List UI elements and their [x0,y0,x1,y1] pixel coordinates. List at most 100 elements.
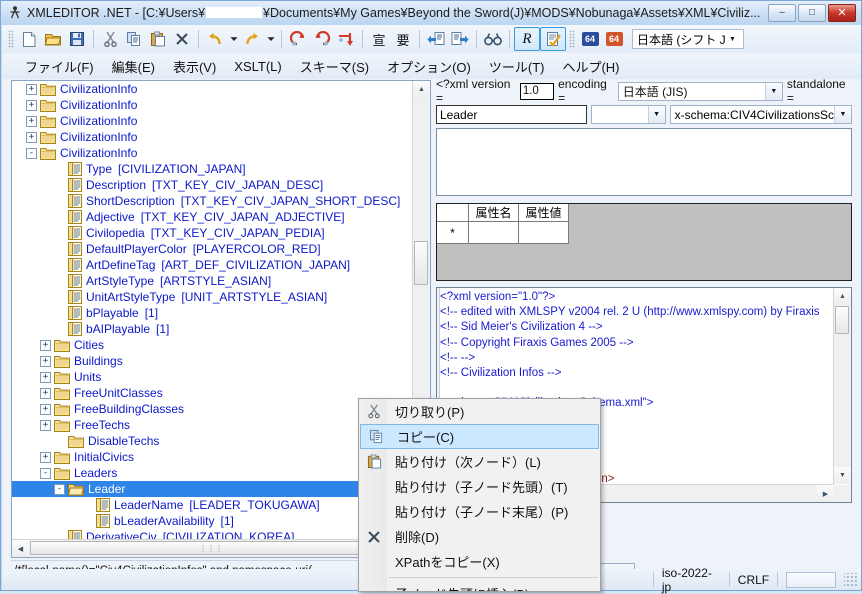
expand-icon[interactable]: + [40,339,51,351]
base64-decode-icon[interactable]: 64 [602,28,626,50]
ctx-delete[interactable]: 削除(D) [359,524,600,549]
menu-edit[interactable]: 編集(E) [103,54,164,79]
refresh-left-icon[interactable] [286,28,310,50]
tree-node[interactable]: + Cities [12,337,413,353]
attr-name-cell[interactable] [469,222,519,244]
tree-node[interactable]: Adjective [TXT_KEY_CIV_JAPAN_ADJECTIVE] [12,209,413,225]
xml-encoding-combo[interactable]: 日本語 (JIS) ▼ [617,81,783,101]
tree-node[interactable]: Description [TXT_KEY_CIV_JAPAN_DESC] [12,177,413,193]
toolbar-grip-2[interactable] [569,30,575,48]
important-button[interactable]: 要 [391,28,415,50]
tree-node[interactable]: bPlayable [1] [12,305,413,321]
scroll-thumb-vertical[interactable] [835,306,849,334]
ctx-insert-child-first[interactable]: 子ノード先頭に挿入(B) ▶ [359,581,600,591]
expand-icon[interactable]: + [40,387,51,399]
tree-node-selected[interactable]: - Leader [12,481,413,497]
node-type-combo[interactable]: ▼ [590,105,666,124]
source-vertical-scrollbar[interactable]: ▲ ▼ [833,288,851,484]
ctx-paste-child-first[interactable]: 貼り付け（子ノード先頭）(T) [359,474,600,499]
ctx-copy-xpath[interactable]: XPathをコピー(X) [359,549,600,574]
ctx-copy[interactable]: コピー(C) [360,424,599,449]
toolbar-grip[interactable] [8,30,14,48]
tree-node[interactable]: UnitArtStyleType [UNIT_ARTSTYLE_ASIAN] [12,289,413,305]
expand-icon[interactable]: + [26,115,37,127]
ctx-cut[interactable]: 切り取り(P) [359,399,600,424]
open-icon[interactable] [41,28,65,50]
regex-icon[interactable]: R [514,27,540,51]
import-icon[interactable] [424,28,448,50]
tree-node[interactable]: + FreeUnitClasses [12,385,413,401]
tree-node[interactable]: Civilopedia [TXT_KEY_CIV_JAPAN_PEDIA] [12,225,413,241]
menu-file[interactable]: ファイル(F) [16,54,103,79]
encoding-combo[interactable]: 日本語 (シフト JIS ▼ [632,29,744,49]
menu-xslt[interactable]: XSLT(L) [225,56,290,77]
expand-icon[interactable]: + [40,355,51,367]
scroll-up-button[interactable]: ▲ [413,81,430,98]
menu-view[interactable]: 表示(V) [164,54,225,79]
context-menu[interactable]: 切り取り(P) コピー(C) 貼り付け（次ノード）(L) 貼り付け（子ノード先頭… [358,398,601,592]
collapse-icon[interactable]: - [54,483,65,495]
export-icon[interactable] [448,28,472,50]
close-button[interactable]: ✕ [828,4,856,22]
expand-icon[interactable]: + [40,371,51,383]
tree-node[interactable]: + CivilizationInfo [12,81,413,97]
expand-icon[interactable]: + [40,419,51,431]
undo-icon[interactable] [203,28,227,50]
tree-node[interactable]: + CivilizationInfo [12,129,413,145]
resize-grip[interactable] [844,572,859,587]
check-doc-icon[interactable] [540,27,566,51]
menu-help[interactable]: ヘルプ(H) [553,54,628,79]
refresh-right-icon[interactable] [310,28,334,50]
scroll-down-button[interactable]: ▼ [834,467,851,484]
expand-icon[interactable]: + [40,451,51,463]
save-icon[interactable] [65,28,89,50]
tree-node[interactable]: ArtDefineTag [ART_DEF_CIVILIZATION_JAPAN] [12,257,413,273]
undo-dropdown-icon[interactable] [227,28,240,50]
node-schema-combo[interactable]: x-schema:CIV4CivilizationsSc ▼ [669,105,852,124]
minimize-button[interactable]: – [768,4,796,22]
tree-node[interactable]: + Units [12,369,413,385]
menu-options[interactable]: オプション(O) [378,54,480,79]
declare-button[interactable]: 宣 [367,28,391,50]
tree-node[interactable]: LeaderName [LEADER_TOKUGAWA] [12,497,413,513]
base64-encode-icon[interactable]: 64 [578,28,602,50]
tree-node[interactable]: bLeaderAvailability [1] [12,513,413,529]
scroll-thumb-vertical[interactable] [414,241,428,285]
scroll-right-button[interactable]: ▶ [817,485,834,502]
tree-node[interactable]: + CivilizationInfo [12,97,413,113]
tree-node[interactable]: + Buildings [12,353,413,369]
redo-icon[interactable] [240,28,264,50]
tree-node[interactable]: DefaultPlayerColor [PLAYERCOLOR_RED] [12,241,413,257]
redo-dropdown-icon[interactable] [264,28,277,50]
menu-schema[interactable]: スキーマ(S) [291,54,378,79]
scroll-up-button[interactable]: ▲ [834,288,851,305]
table-row[interactable]: * [437,222,851,244]
xml-tree[interactable]: + CivilizationInfo + CivilizationInfo + Civil… [12,81,413,540]
tree-node[interactable]: + FreeTechs [12,417,413,433]
tree-node[interactable]: - CivilizationInfo [12,145,413,161]
new-icon[interactable] [17,28,41,50]
copy-icon[interactable] [122,28,146,50]
binoculars-icon[interactable] [481,28,505,50]
tree-node[interactable]: DisableTechs [12,433,413,449]
node-name-input[interactable]: Leader [436,105,587,124]
expand-icon[interactable]: + [26,131,37,143]
paste-icon[interactable] [146,28,170,50]
cut-icon[interactable] [98,28,122,50]
collapse-icon[interactable]: - [26,147,37,159]
tree-node[interactable]: + InitialCivics [12,449,413,465]
tree-horizontal-scrollbar[interactable]: ◀ ⋮⋮⋮ [12,539,413,557]
tree-node[interactable]: - Leaders [12,465,413,481]
delete-icon[interactable] [170,28,194,50]
refresh-down-icon[interactable] [334,28,358,50]
scroll-thumb-horizontal[interactable]: ⋮⋮⋮ [30,541,392,555]
tree-node[interactable]: ShortDescription [TXT_KEY_CIV_JAPAN_SHORT… [12,193,413,209]
ctx-paste-next[interactable]: 貼り付け（次ノード）(L) [359,449,600,474]
attribute-grid[interactable]: 属性名 属性値 * [436,203,852,281]
tree-node[interactable]: ArtStyleType [ARTSTYLE_ASIAN] [12,273,413,289]
tree-node[interactable]: Type [CIVILIZATION_JAPAN] [12,161,413,177]
collapse-icon[interactable]: - [40,467,51,479]
xml-version-input[interactable]: 1.0 [519,82,555,100]
expand-icon[interactable]: + [26,83,37,95]
tree-node[interactable]: + FreeBuildingClasses [12,401,413,417]
